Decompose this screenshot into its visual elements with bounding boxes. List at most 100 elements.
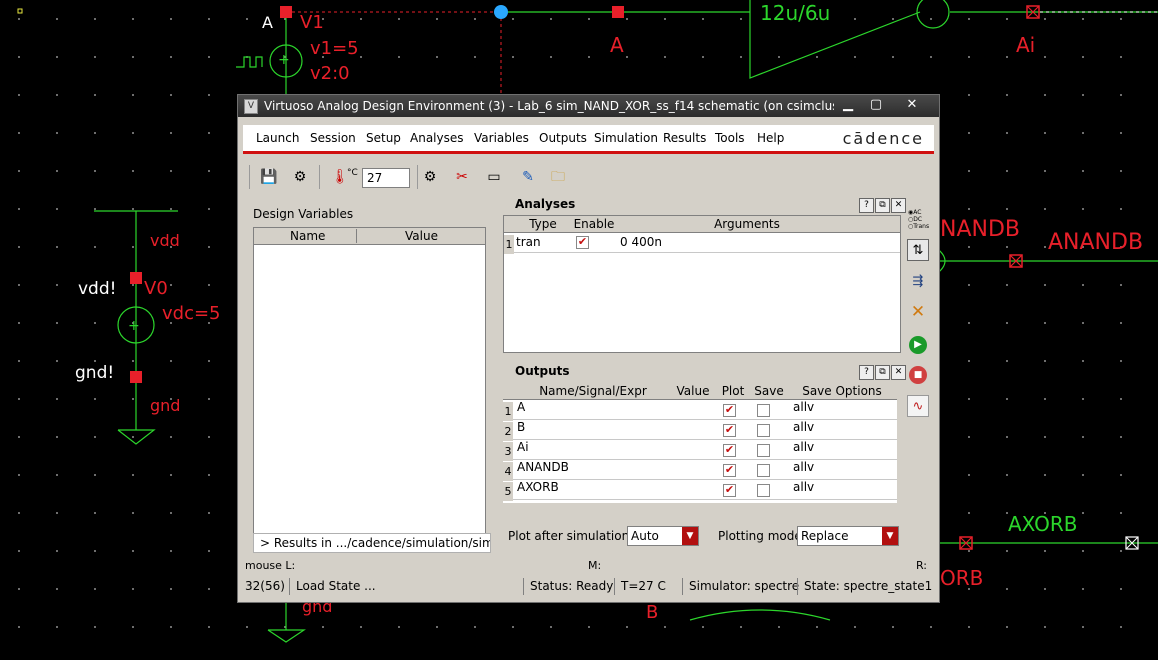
open-folder-icon[interactable]: 🗀 bbox=[547, 167, 569, 187]
setup-model-icon[interactable]: ⚙ bbox=[419, 167, 441, 187]
col-save-options[interactable]: Save Options bbox=[787, 384, 897, 398]
save-checkbox[interactable] bbox=[757, 424, 770, 437]
mouse-bindings-bar: mouse L: M: R: bbox=[243, 557, 936, 573]
results-path: > Results in .../cadence/simulation/sim_… bbox=[253, 533, 491, 553]
save-checkbox[interactable] bbox=[757, 484, 770, 497]
float-icon[interactable]: ⧉ bbox=[875, 198, 890, 213]
save-checkbox[interactable] bbox=[757, 464, 770, 477]
col-name[interactable]: Name bbox=[290, 229, 325, 243]
analysis-radio-group[interactable]: ◉AC ○DC ○Trans bbox=[908, 209, 929, 230]
row-number: 1 bbox=[504, 235, 514, 254]
outputs-table[interactable]: Name/Signal/Expr Value Plot Save Save Op… bbox=[503, 383, 897, 503]
run-simulation-icon[interactable]: ▶ bbox=[907, 333, 929, 355]
sch-label-axorb: AXORB bbox=[1008, 512, 1077, 536]
col-name-signal-expr[interactable]: Name/Signal/Expr bbox=[513, 384, 673, 398]
col-save[interactable]: Save bbox=[751, 384, 787, 398]
temperature-input[interactable]: 27 bbox=[362, 168, 410, 188]
analyses-panel-buttons: ? ⧉ ✕ bbox=[858, 196, 906, 213]
toolbar: 💾 ⚙ 🌡 °C 27 ⚙ ✂ ▭ ✎ 🗀 bbox=[243, 161, 934, 193]
status-message: Load State ... bbox=[289, 578, 376, 595]
table-row[interactable]: 1 tran ✔ 0 400n bbox=[504, 232, 900, 254]
col-value[interactable]: Value bbox=[671, 384, 715, 398]
mouse-right: R: bbox=[916, 559, 928, 572]
sch-label-b: B bbox=[646, 602, 658, 623]
stop-simulation-icon[interactable]: ■ bbox=[907, 363, 929, 385]
status-bar: 32(56) Load State ... Status: Ready T=27… bbox=[243, 576, 936, 597]
menu-help[interactable]: Help bbox=[757, 131, 784, 145]
plot-after-label: Plot after simulation: bbox=[508, 529, 634, 543]
status-line-count: 32(56) bbox=[245, 579, 285, 593]
maximize-button[interactable]: ▢ bbox=[864, 96, 888, 114]
load-state-icon[interactable]: ⚙ bbox=[289, 167, 311, 187]
output-name: ANANDB bbox=[517, 460, 569, 474]
radio-ac[interactable]: AC bbox=[913, 209, 921, 216]
col-divider bbox=[356, 229, 357, 243]
menu-analyses[interactable]: Analyses bbox=[410, 131, 464, 145]
svg-text:+: + bbox=[278, 52, 290, 68]
menu-setup[interactable]: Setup bbox=[366, 131, 401, 145]
plot-after-select[interactable]: Auto ▼ bbox=[627, 526, 699, 546]
delete-icon[interactable]: ✕ bbox=[907, 301, 929, 323]
close-icon[interactable]: ✕ bbox=[891, 198, 906, 213]
col-enable[interactable]: Enable bbox=[570, 217, 618, 231]
minimize-button[interactable]: ▁ bbox=[836, 96, 860, 114]
help-icon[interactable]: ? bbox=[859, 198, 874, 213]
design-variables-table[interactable]: Name Value bbox=[253, 227, 486, 534]
plot-checkbox[interactable]: ✔ bbox=[723, 464, 736, 477]
mouse-left: mouse L: bbox=[245, 559, 296, 572]
window-titlebar[interactable]: V Virtuoso Analog Design Environment (3)… bbox=[238, 95, 939, 117]
float-icon[interactable]: ⧉ bbox=[875, 365, 890, 380]
table-row[interactable]: 2 B ✔ allv bbox=[503, 419, 897, 441]
enable-checkbox[interactable]: ✔ bbox=[576, 236, 589, 249]
plot-checkbox[interactable]: ✔ bbox=[723, 404, 736, 417]
table-row[interactable]: 5 AXORB ✔ allv bbox=[503, 479, 897, 501]
menu-outputs[interactable]: Outputs bbox=[539, 131, 587, 145]
sch-label-v1: V1 bbox=[300, 12, 324, 33]
save-checkbox[interactable] bbox=[757, 444, 770, 457]
save-checkbox[interactable] bbox=[757, 404, 770, 417]
sch-label-v2-param: v2:0 bbox=[310, 63, 350, 84]
var-table-header: Name Value bbox=[254, 228, 485, 245]
table-row[interactable]: 4 ANANDB ✔ allv bbox=[503, 459, 897, 481]
plot-checkbox[interactable]: ✔ bbox=[723, 444, 736, 457]
menu-session[interactable]: Session bbox=[310, 131, 356, 145]
radio-dc[interactable]: DC bbox=[913, 216, 922, 223]
menu-launch[interactable]: Launch bbox=[256, 131, 299, 145]
menu-results[interactable]: Results bbox=[663, 131, 706, 145]
results-browser-icon[interactable]: ▭ bbox=[483, 167, 505, 187]
help-icon[interactable]: ? bbox=[859, 365, 874, 380]
col-plot[interactable]: Plot bbox=[715, 384, 751, 398]
radio-trans[interactable]: Trans bbox=[913, 223, 929, 230]
sch-label-vdc: vdc=5 bbox=[162, 303, 221, 324]
plot-checkbox[interactable]: ✔ bbox=[723, 424, 736, 437]
output-name: AXORB bbox=[517, 480, 559, 494]
tuning-icon[interactable]: ⇅ bbox=[907, 239, 929, 261]
col-type[interactable]: Type bbox=[524, 217, 562, 231]
sch-label-nandb: NANDB bbox=[940, 217, 1020, 242]
menu-tools[interactable]: Tools bbox=[715, 131, 745, 145]
plotting-mode-select[interactable]: Replace ▼ bbox=[797, 526, 899, 546]
toolbar-grip bbox=[249, 165, 250, 189]
close-button[interactable]: ✕ bbox=[900, 96, 924, 114]
menu-simulation[interactable]: Simulation bbox=[594, 131, 658, 145]
save-state-icon[interactable]: 💾 bbox=[258, 167, 280, 187]
analysis-arguments: 0 400n bbox=[620, 235, 662, 249]
select-outputs-icon[interactable]: ✂ bbox=[451, 167, 473, 187]
table-row[interactable]: 3 Ai ✔ allv bbox=[503, 439, 897, 461]
plot-outputs-icon[interactable]: ∿ bbox=[907, 395, 929, 417]
sch-label-a-pin: A bbox=[262, 13, 273, 32]
plot-checkbox[interactable]: ✔ bbox=[723, 484, 736, 497]
col-arguments[interactable]: Arguments bbox=[654, 217, 840, 231]
sch-label-v1-param: v1=5 bbox=[310, 38, 359, 59]
col-value[interactable]: Value bbox=[405, 229, 438, 243]
close-icon[interactable]: ✕ bbox=[891, 365, 906, 380]
edit-icon[interactable]: ✎ bbox=[517, 167, 539, 187]
analyses-table[interactable]: Type Enable Arguments 1 tran ✔ 0 400n bbox=[503, 215, 901, 353]
ade-window: V Virtuoso Analog Design Environment (3)… bbox=[237, 94, 940, 603]
toolbar-separator bbox=[319, 165, 320, 189]
sch-label-anandb: ANANDB bbox=[1048, 230, 1143, 255]
netlist-icon[interactable]: ⇶ bbox=[907, 271, 929, 293]
menu-variables[interactable]: Variables bbox=[474, 131, 529, 145]
output-name: A bbox=[517, 400, 526, 414]
table-row[interactable]: 1 A ✔ allv bbox=[503, 399, 897, 421]
